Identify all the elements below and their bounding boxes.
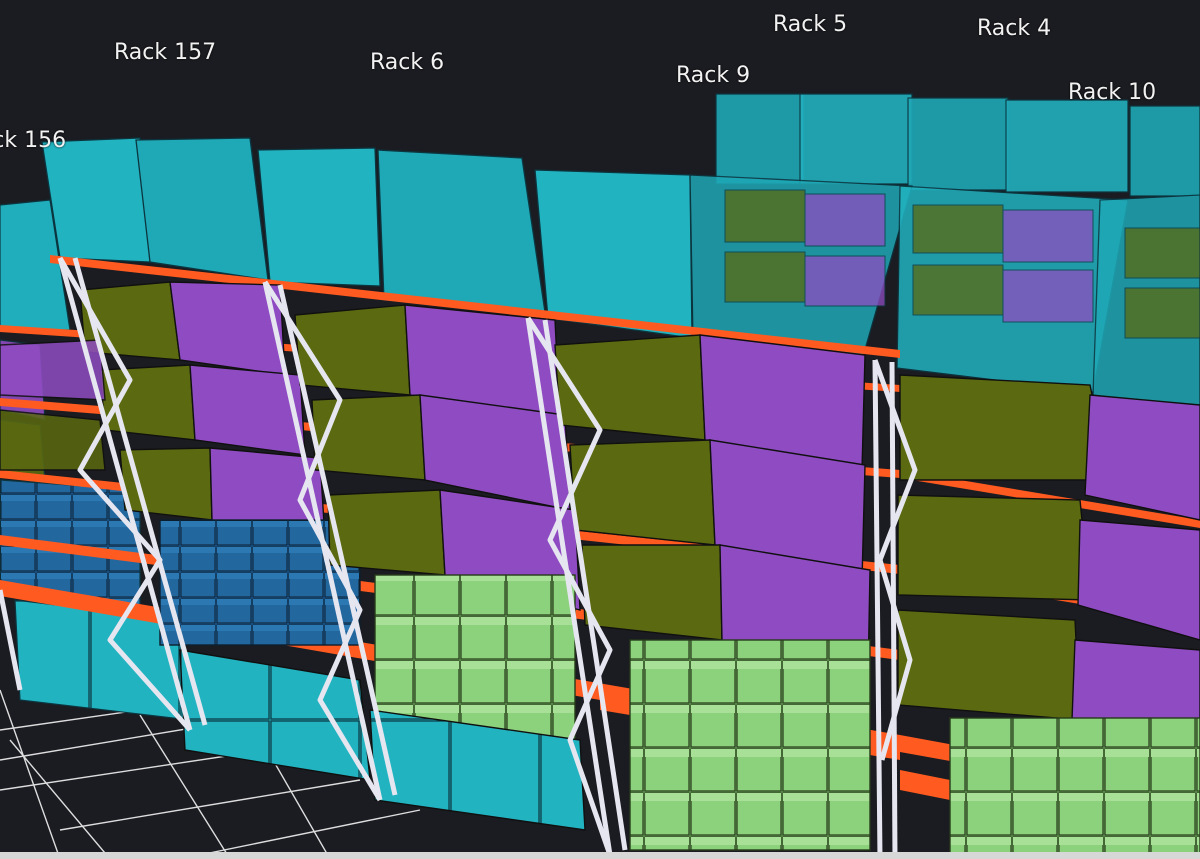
rack-label-10[interactable]: Rack 10 <box>1068 80 1156 105</box>
rack-label-5[interactable]: Rack 5 <box>773 12 847 37</box>
warehouse-scene[interactable] <box>0 0 1200 859</box>
rack-9-boxes <box>554 334 871 851</box>
rack-label-157[interactable]: Rack 157 <box>114 40 216 65</box>
rack-label-6[interactable]: Rack 6 <box>370 50 444 75</box>
rack-label-9[interactable]: Rack 9 <box>676 63 750 88</box>
rack-label-156[interactable]: Rack 156 <box>0 128 66 153</box>
warehouse-3d-viewport[interactable]: Rack 157 Rack 6 Rack 5 Rack 9 Rack 4 Rac… <box>0 0 1200 859</box>
rack-label-4[interactable]: Rack 4 <box>977 16 1051 41</box>
viewport-bottom-bar <box>0 852 1200 859</box>
